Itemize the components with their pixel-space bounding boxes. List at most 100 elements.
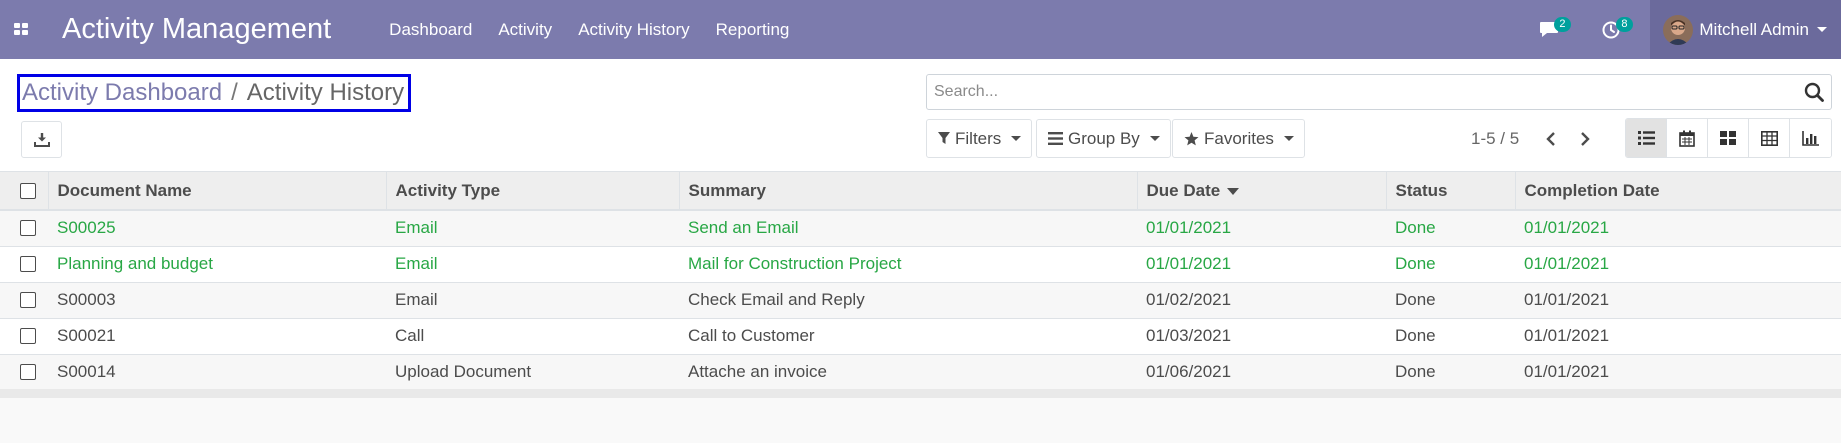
avatar: [1663, 14, 1694, 45]
grid-icon: [13, 23, 28, 35]
breadcrumb: Activity Dashboard / Activity History: [17, 74, 412, 112]
status-cell: Done: [1395, 290, 1436, 309]
bars-icon: [1048, 132, 1063, 145]
pivot-view-button[interactable]: [1749, 119, 1790, 157]
document-name-cell: S00003: [57, 290, 116, 309]
summary-cell: Attache an invoice: [688, 362, 827, 381]
document-name-cell: Planning and budget: [57, 254, 213, 273]
table-body: S00025 Email Send an Email 01/01/2021 Done 01…: [0, 210, 1841, 390]
chevron-right-icon: [1581, 132, 1590, 146]
status-cell: Done: [1395, 326, 1436, 345]
row-select-cell: [0, 210, 48, 246]
list-view-button[interactable]: [1626, 119, 1667, 157]
select-all-checkbox[interactable]: [20, 182, 36, 199]
list-footer: [0, 389, 1841, 398]
calendar-view-button[interactable]: [1667, 119, 1708, 157]
document-name-cell: S00014: [57, 362, 116, 381]
table-row[interactable]: S00014 Upload Document Attache an invoice 0…: [0, 354, 1841, 390]
search-input[interactable]: [927, 75, 1797, 109]
export-button[interactable]: [21, 121, 62, 158]
top-navbar: Activity Management Dashboard Activity A…: [0, 0, 1841, 59]
column-header-completion-date[interactable]: Completion Date: [1515, 172, 1841, 210]
graph-icon: [1802, 130, 1819, 146]
graph-view-button[interactable]: [1790, 119, 1831, 157]
favorites-button[interactable]: Favorites: [1172, 119, 1305, 158]
messages-count-badge: 2: [1554, 17, 1571, 32]
breadcrumb-parent-link[interactable]: Activity Dashboard: [22, 79, 222, 107]
list-table: Document Name Activity Type Summary Due …: [0, 172, 1841, 391]
star-icon: [1184, 131, 1199, 146]
due-date-cell: 01/06/2021: [1146, 362, 1232, 381]
select-all-cell: [0, 172, 49, 210]
table-row[interactable]: Planning and budget Email Mail for Constru…: [0, 246, 1841, 282]
table-header-row: Document Name Activity Type Summary Due …: [0, 172, 1841, 210]
chevron-down-icon: [1283, 136, 1294, 141]
filters-label: Filters: [955, 128, 1002, 148]
menu-dashboard[interactable]: Dashboard: [389, 20, 472, 40]
row-select-cell: [0, 246, 48, 282]
download-icon: [33, 133, 50, 147]
group-by-label: Group By: [1068, 128, 1140, 148]
row-select-cell: [0, 318, 48, 354]
sort-descending-icon: [1227, 187, 1240, 195]
pager-previous-button[interactable]: [1536, 123, 1566, 155]
completion-date-cell: 01/01/2021: [1524, 254, 1610, 273]
calendar-icon: [1679, 130, 1695, 147]
activities-button[interactable]: 8: [1580, 0, 1642, 59]
apps-menu-button[interactable]: [0, 0, 42, 59]
column-header-activity-type[interactable]: Activity Type: [386, 172, 680, 210]
activity-type-cell: Call: [395, 326, 425, 345]
activity-history-list: Document Name Activity Type Summary Due …: [0, 172, 1841, 391]
summary-cell: Check Email and Reply: [688, 290, 865, 309]
row-checkbox[interactable]: [20, 328, 36, 344]
due-date-cell: 01/03/2021: [1146, 326, 1232, 345]
menu-activity-history[interactable]: Activity History: [578, 20, 689, 40]
menu-reporting[interactable]: Reporting: [716, 20, 790, 40]
due-date-cell: 01/02/2021: [1146, 290, 1232, 309]
user-menu[interactable]: Mitchell Admin: [1650, 0, 1841, 59]
completion-date-cell: 01/01/2021: [1524, 290, 1610, 309]
chevron-down-icon: [1011, 136, 1022, 141]
completion-date-cell: 01/01/2021: [1524, 362, 1610, 381]
filters-button[interactable]: Filters: [926, 119, 1033, 158]
pager-value[interactable]: 1-5 / 5: [1471, 129, 1519, 149]
table-row[interactable]: S00003 Email Check Email and Reply 01/02/20…: [0, 282, 1841, 318]
document-name-cell: S00021: [57, 326, 116, 345]
summary-cell: Send an Email: [688, 218, 799, 238]
completion-date-cell: 01/01/2021: [1524, 326, 1610, 345]
column-header-summary[interactable]: Summary: [679, 172, 1138, 210]
status-cell: Done: [1395, 254, 1436, 273]
row-checkbox[interactable]: [20, 256, 36, 272]
chevron-down-icon: [1817, 27, 1827, 32]
summary-cell: Mail for Construction Project: [688, 254, 902, 273]
control-panel: Activity Dashboard / Activity History Fi…: [0, 59, 1841, 172]
app-title: Activity Management: [62, 13, 332, 45]
due-date-cell: 01/01/2021: [1146, 254, 1232, 273]
search-icon[interactable]: [1797, 82, 1831, 102]
user-name: Mitchell Admin: [1699, 19, 1809, 39]
kanban-view-button[interactable]: [1708, 119, 1749, 157]
systray: 2 8 Mitchell Admin: [1518, 0, 1841, 59]
messages-button[interactable]: 2: [1518, 0, 1580, 59]
activity-type-cell: Upload Document: [395, 362, 532, 381]
activity-type-cell: Email: [395, 290, 438, 309]
row-checkbox[interactable]: [20, 364, 36, 380]
table-row[interactable]: S00021 Call Call to Customer 01/03/2021 Done…: [0, 318, 1841, 354]
favorites-label: Favorites: [1204, 128, 1274, 148]
table-row[interactable]: S00025 Email Send an Email 01/01/2021 Done 01…: [0, 210, 1841, 246]
row-select-cell: [0, 354, 48, 390]
status-cell: Done: [1395, 218, 1436, 238]
group-by-button[interactable]: Group By: [1036, 119, 1171, 158]
pager-next-button[interactable]: [1570, 123, 1600, 155]
column-header-due-date[interactable]: Due Date: [1137, 172, 1387, 210]
menu-activity[interactable]: Activity: [498, 20, 552, 40]
column-header-status[interactable]: Status: [1386, 172, 1516, 210]
search-bar: [926, 74, 1832, 110]
row-checkbox[interactable]: [20, 220, 36, 237]
filter-icon: [938, 132, 950, 145]
row-checkbox[interactable]: [20, 292, 36, 308]
due-date-label: Due Date: [1146, 180, 1221, 200]
column-header-document-name[interactable]: Document Name: [48, 172, 387, 210]
list-icon: [1637, 131, 1655, 145]
view-switcher: [1625, 118, 1832, 158]
